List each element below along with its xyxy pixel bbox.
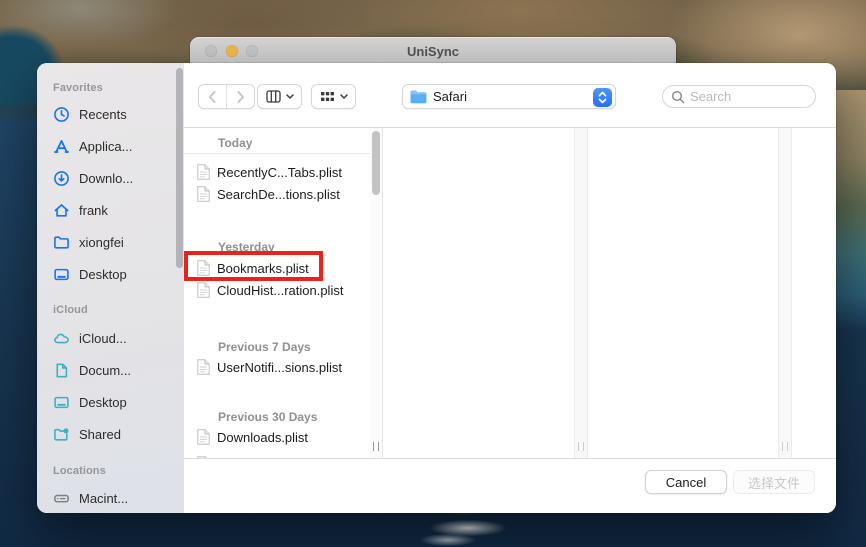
- sidebar-item-label: iCloud...: [79, 331, 127, 346]
- sidebar-item-label: xiongfei: [79, 235, 124, 250]
- list-item[interactable]: RecentlyC...Tabs.plist: [184, 161, 370, 183]
- search-input[interactable]: Search: [662, 85, 816, 108]
- file-list-column: Today RecentlyC...Tabs.plist SearchDe...…: [184, 128, 370, 458]
- view-mode-button[interactable]: [257, 84, 302, 109]
- list-item[interactable]: Downloads.plist: [184, 426, 370, 448]
- cancel-button[interactable]: Cancel: [645, 470, 727, 494]
- plist-file-icon: [197, 164, 210, 180]
- list-item[interactable]: CloudHist...ration.plist: [184, 279, 370, 301]
- file-name: Downloads.plist: [217, 430, 308, 445]
- search-placeholder: Search: [690, 89, 731, 104]
- plist-file-icon: [197, 456, 210, 458]
- file-name: SearchDe...tions.plist: [217, 187, 340, 202]
- browser-column-3: [588, 128, 778, 458]
- sidebar-item-label: Macint...: [79, 491, 128, 506]
- browser-column-4: [792, 128, 836, 458]
- sidebar-item-label: Downlo...: [79, 171, 133, 186]
- list-item[interactable]: UserNotifi...sions.plist: [184, 356, 370, 378]
- sidebar-item-label: Desktop: [79, 267, 127, 282]
- download-icon: [52, 169, 70, 187]
- dialog-footer: Cancel 选择文件: [184, 459, 836, 513]
- sidebar-item-label: Shared: [79, 427, 121, 442]
- sidebar-item-label: Docum...: [79, 363, 131, 378]
- sidebar-item-label: Desktop: [79, 395, 127, 410]
- sidebar-item-applications[interactable]: Applica...: [46, 135, 178, 157]
- sidebar-section-icloud: iCloud: [53, 304, 88, 316]
- window-title: UniSync: [190, 44, 676, 59]
- choose-file-button[interactable]: 选择文件: [733, 470, 815, 494]
- sidebar-scrollbar[interactable]: [176, 68, 183, 268]
- divider: [184, 153, 370, 154]
- group-header-previous-30-days: Previous 30 Days: [184, 410, 370, 424]
- sidebar-item-icloud-desktop[interactable]: Desktop: [46, 391, 178, 413]
- chevron-down-icon: [340, 94, 348, 99]
- open-file-dialog: Favorites Recents Applica... Downlo...: [37, 63, 836, 513]
- search-icon: [671, 90, 685, 104]
- sidebar-item-shared[interactable]: Shared: [46, 423, 178, 445]
- sidebar-item-documents[interactable]: Docum...: [46, 359, 178, 381]
- column-resize-handle[interactable]: [578, 442, 584, 451]
- home-icon: [52, 201, 70, 219]
- annotation-highlight-box: [184, 251, 323, 281]
- cloud-icon: [52, 329, 70, 347]
- sidebar-item-xiongfei[interactable]: xiongfei: [46, 231, 178, 253]
- column-scrollbar-gutter: [778, 128, 792, 458]
- app-store-icon: [52, 137, 70, 155]
- sidebar-section-locations: Locations: [53, 465, 106, 477]
- plist-file-icon: [197, 359, 210, 375]
- shared-folder-icon: [52, 425, 70, 443]
- column-resize-handle[interactable]: [782, 442, 788, 451]
- folder-icon: [52, 233, 70, 251]
- desktop-icon: [52, 265, 70, 283]
- plist-file-icon: [197, 282, 210, 298]
- sidebar-item-downloads[interactable]: Downlo...: [46, 167, 178, 189]
- sidebar-item-recents[interactable]: Recents: [46, 103, 178, 125]
- sidebar-item-macintosh-hd[interactable]: Macint...: [46, 487, 178, 509]
- file-name: CloudHist...ration.plist: [217, 283, 343, 298]
- columns-view-icon: [266, 90, 281, 103]
- browser-column-2: [383, 128, 574, 458]
- popup-stepper-icon: [593, 88, 612, 107]
- group-grid-icon: [320, 90, 335, 103]
- column-resize-handle[interactable]: [373, 442, 379, 451]
- dialog-toolbar: Safari Search: [184, 63, 836, 127]
- column-scrollbar-gutter: [370, 128, 383, 458]
- hard-drive-icon: [52, 489, 70, 507]
- back-button[interactable]: [199, 85, 226, 108]
- list-item-partial[interactable]: [184, 453, 370, 458]
- wallpaper-right-cliff: [832, 90, 866, 330]
- sidebar-item-icloud-drive[interactable]: iCloud...: [46, 327, 178, 349]
- chevron-right-icon: [236, 91, 245, 103]
- sidebar-section-favorites: Favorites: [53, 82, 103, 94]
- group-header-today: Today: [184, 136, 370, 150]
- sidebar: Favorites Recents Applica... Downlo...: [37, 63, 184, 513]
- path-popup-button[interactable]: Safari: [402, 84, 616, 109]
- nav-segmented-control: [198, 84, 255, 109]
- file-name: UserNotifi...sions.plist: [217, 360, 342, 375]
- group-by-button[interactable]: [311, 84, 356, 109]
- clock-icon: [52, 105, 70, 123]
- folder-icon: [410, 90, 427, 104]
- file-name: RecentlyC...Tabs.plist: [217, 165, 342, 180]
- sidebar-item-home[interactable]: frank: [46, 199, 178, 221]
- group-header-previous-7-days: Previous 7 Days: [184, 340, 370, 354]
- column-scrollbar-gutter: [574, 128, 588, 458]
- dialog-main: Safari Search Today Recent: [184, 63, 836, 513]
- sidebar-item-desktop[interactable]: Desktop: [46, 263, 178, 285]
- sidebar-item-label: Applica...: [79, 139, 132, 154]
- list-item[interactable]: SearchDe...tions.plist: [184, 183, 370, 205]
- chevron-down-icon: [286, 94, 294, 99]
- path-popup-label: Safari: [433, 89, 467, 104]
- chevron-left-icon: [208, 91, 217, 103]
- plist-file-icon: [197, 186, 210, 202]
- desktop: UniSync Favorites Recents Applica...: [0, 0, 866, 547]
- column-scrollbar[interactable]: [372, 131, 380, 195]
- file-browser: Today RecentlyC...Tabs.plist SearchDe...…: [184, 127, 836, 459]
- desktop-icon: [52, 393, 70, 411]
- sidebar-item-label: frank: [79, 203, 108, 218]
- plist-file-icon: [197, 429, 210, 445]
- sidebar-item-label: Recents: [79, 107, 127, 122]
- forward-button[interactable]: [226, 85, 254, 108]
- document-icon: [52, 361, 70, 379]
